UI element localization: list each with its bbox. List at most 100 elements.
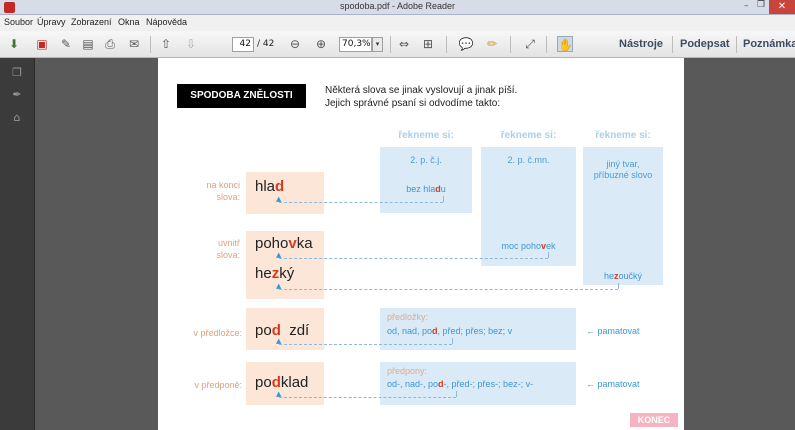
attachments-icon[interactable]: ⌂: [10, 111, 24, 125]
zoom-input[interactable]: 70,3%: [339, 37, 372, 52]
comment-button[interactable]: Poznámka: [743, 38, 795, 50]
row-label-predpona: v předponě:: [194, 380, 242, 390]
maximize-button[interactable]: ❐: [757, 0, 765, 10]
word-part: oučký: [618, 271, 643, 281]
word-part: , před; přes; bez; v: [437, 326, 513, 336]
window-title: spodoba.pdf - Adobe Reader: [339, 1, 456, 11]
open-file-icon[interactable]: ✎: [58, 36, 74, 52]
prev-page-icon[interactable]: ⇧: [158, 36, 174, 52]
word-highlight: d: [275, 178, 285, 195]
menu-zobrazeni[interactable]: Zobrazení: [71, 17, 112, 27]
up-arrow-icon: ▲: [276, 251, 282, 259]
hand-tool-icon[interactable]: ✋: [557, 36, 573, 52]
word-part: hla: [255, 178, 276, 195]
row-label-na-konci-1: na konci: [206, 180, 240, 190]
word-part: ký: [279, 265, 295, 282]
intro-line-2: Jejich správné psaní si odvodíme takto:: [325, 98, 501, 109]
pdf-tools-icon[interactable]: ▣: [34, 36, 50, 52]
zoom-out-icon[interactable]: ⊖: [287, 36, 303, 52]
preposition-heading: předložky:: [387, 312, 429, 322]
up-arrow-icon: ▲: [276, 195, 282, 203]
row-label-na-konci-2: slova:: [216, 192, 240, 202]
page-heading: SPODOBA ZNĚLOSTI: [177, 84, 306, 108]
next-page-icon[interactable]: ⇩: [183, 36, 199, 52]
connector-line: [452, 338, 453, 344]
column-subheading-1: 2. p. č.j.: [410, 155, 442, 165]
signatures-icon[interactable]: ✒: [10, 88, 24, 102]
prefix-list: od-, nad-, pod-, před-; přes-; bez-; v-: [387, 379, 533, 390]
connector-line: [279, 397, 456, 398]
word-part: he: [255, 265, 272, 282]
toolbar-separator: [736, 36, 737, 53]
window-titlebar: spodoba.pdf - Adobe Reader – ❐ ✕: [0, 0, 795, 15]
row-label-uvnitr-1: uvnitř: [217, 238, 240, 248]
connector-line: [618, 283, 619, 289]
expand-icon[interactable]: ⤢: [522, 36, 538, 52]
word-part: od-, nad-, po: [387, 379, 439, 389]
toolbar-separator: [510, 36, 511, 53]
word-part: poho: [255, 235, 289, 252]
zoom-in-icon[interactable]: ⊕: [313, 36, 329, 52]
comment-icon[interactable]: 💬: [458, 36, 474, 52]
toolbar-separator: [150, 36, 151, 53]
connector-line: [443, 196, 444, 202]
word-part: ka: [296, 235, 313, 252]
row-label-uvnitr-2: slova:: [216, 250, 240, 260]
word-part: moc poho: [501, 241, 541, 251]
toolbar-separator: [546, 36, 547, 53]
word-part: u: [440, 184, 446, 194]
example-word-pod-zdi: pod zdí: [255, 322, 309, 339]
highlight-icon[interactable]: ✏: [484, 36, 500, 52]
column-subheading-3a: jiný tvar,: [606, 159, 640, 169]
sign-button[interactable]: Podepsat: [680, 38, 730, 50]
row-label-predlozka: v předložce:: [193, 328, 242, 338]
zoom-dropdown[interactable]: ▾: [372, 37, 383, 52]
connector-line: [279, 289, 618, 290]
remember-note-1: ← pamatovat: [586, 326, 640, 336]
fit-width-icon[interactable]: ⇔: [396, 36, 412, 52]
derivation-pohovek: moc pohovek: [481, 241, 576, 252]
word-part: -, před-; přes-; bez-; v-: [443, 379, 534, 389]
menu-okna[interactable]: Okna: [118, 17, 140, 27]
example-word-hezky: hezký: [255, 265, 294, 282]
example-word-podklad: podklad: [255, 374, 308, 391]
create-pdf-icon[interactable]: ⬇: [6, 36, 22, 52]
tools-button[interactable]: Nástroje: [619, 38, 663, 50]
word-highlight: d: [271, 374, 281, 391]
fit-page-icon[interactable]: ⊞: [420, 36, 436, 52]
column-subheading-2: 2. p. č.mn.: [507, 155, 550, 165]
remember-note-2: ← pamatovat: [586, 379, 640, 389]
menu-upravy[interactable]: Úpravy: [37, 17, 66, 27]
menu-soubor[interactable]: Soubor: [4, 17, 33, 27]
toolbar-separator: [390, 36, 391, 53]
word-highlight: v: [288, 235, 297, 252]
minimize-button[interactable]: –: [744, 1, 749, 11]
toolbar-separator: [672, 36, 673, 53]
word-part: ek: [546, 241, 556, 251]
navigation-panel: ❐ ✒ ⌂: [0, 58, 35, 430]
konec-badge: KONEC: [630, 413, 678, 427]
column-heading-3: řekneme si:: [595, 130, 651, 141]
word-part: bez hla: [406, 184, 436, 194]
page-thumbnails-icon[interactable]: ❐: [10, 66, 24, 80]
connector-line: [456, 391, 457, 397]
connector-line: [548, 252, 549, 258]
word-part: od, nad, po: [387, 326, 433, 336]
close-button[interactable]: ✕: [769, 0, 795, 14]
up-arrow-icon: ▲: [276, 390, 282, 398]
print-icon[interactable]: ⎙: [102, 36, 118, 52]
up-arrow-icon: ▲: [276, 337, 282, 345]
column-subheading-3b: příbuzné slovo: [593, 170, 653, 180]
toolbar-separator: [446, 36, 447, 53]
connector-line: [279, 258, 548, 259]
main-toolbar: ⬇ ▣ ✎ ▤ ⎙ ✉ ⇧ ⇩ 42 / 42 ⊖ ⊕ 70,3% ▾ ⇔ ⊞ …: [0, 31, 795, 58]
prefix-heading: předpony:: [387, 366, 428, 376]
derivation-hezoucky: hezoučký: [583, 271, 663, 282]
menu-napoveda[interactable]: Nápověda: [146, 17, 187, 27]
word-part: he: [603, 271, 614, 281]
derivation-hladu: bez hladu: [380, 184, 472, 195]
save-icon[interactable]: ▤: [80, 36, 96, 52]
word-part: zdí: [280, 322, 310, 339]
page-number-input[interactable]: 42: [232, 37, 254, 52]
email-icon[interactable]: ✉: [126, 36, 142, 52]
